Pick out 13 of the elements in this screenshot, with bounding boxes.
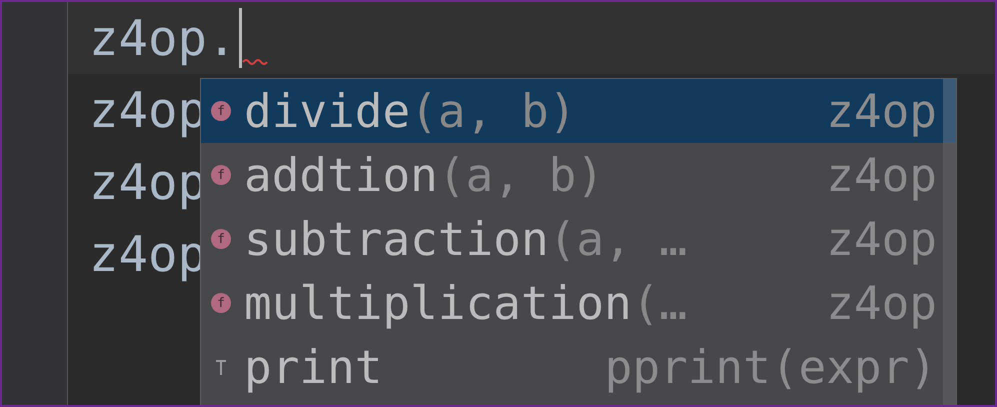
text-caret <box>238 8 242 68</box>
completion-item[interactable]: f subtraction(a, … z4op <box>201 207 943 271</box>
completion-item[interactable]: f divide(a, b) z4op <box>201 79 943 143</box>
completion-item[interactable]: print pprint(expr) <box>201 335 943 399</box>
function-icon: f <box>211 165 231 185</box>
completion-item[interactable]: f multiplication(… z4op <box>201 271 943 335</box>
completion-item[interactable]: f addtion(a, b) z4op <box>201 143 943 207</box>
function-icon: f <box>211 293 231 313</box>
code-line: z4op. <box>89 10 237 66</box>
function-icon: f <box>211 101 231 121</box>
scrollbar[interactable] <box>943 79 956 405</box>
error-squiggle <box>242 58 268 66</box>
function-icon: f <box>211 229 231 249</box>
